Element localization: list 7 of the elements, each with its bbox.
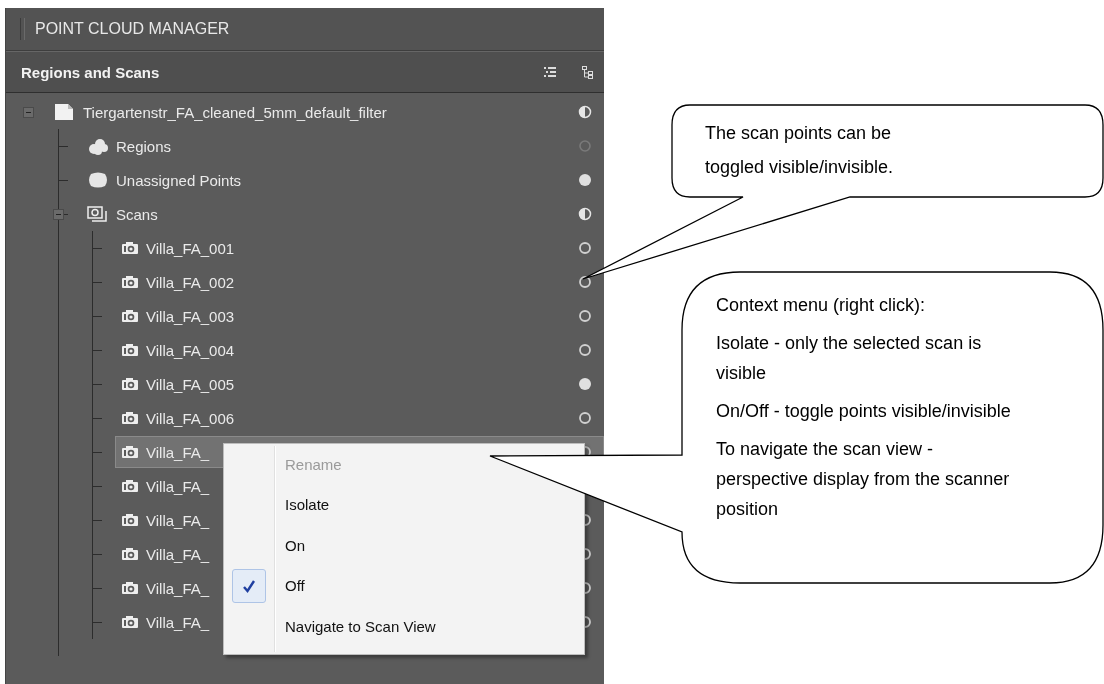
section-title: Regions and Scans — [21, 63, 161, 81]
callout-text: To navigate the scan view - perspective display from the scanner position — [716, 438, 1011, 521]
callout-text: Context menu (right click): — [716, 294, 927, 317]
callout-text: The scan points can be toggled visible/invisible. — [705, 122, 895, 179]
callout-text: On/Off - toggle points visible/invisible — [716, 400, 1012, 423]
panel-title: POINT CLOUD MANAGER — [35, 20, 230, 38]
callout-text: Isolate - only the selected scan is visible — [716, 332, 983, 385]
